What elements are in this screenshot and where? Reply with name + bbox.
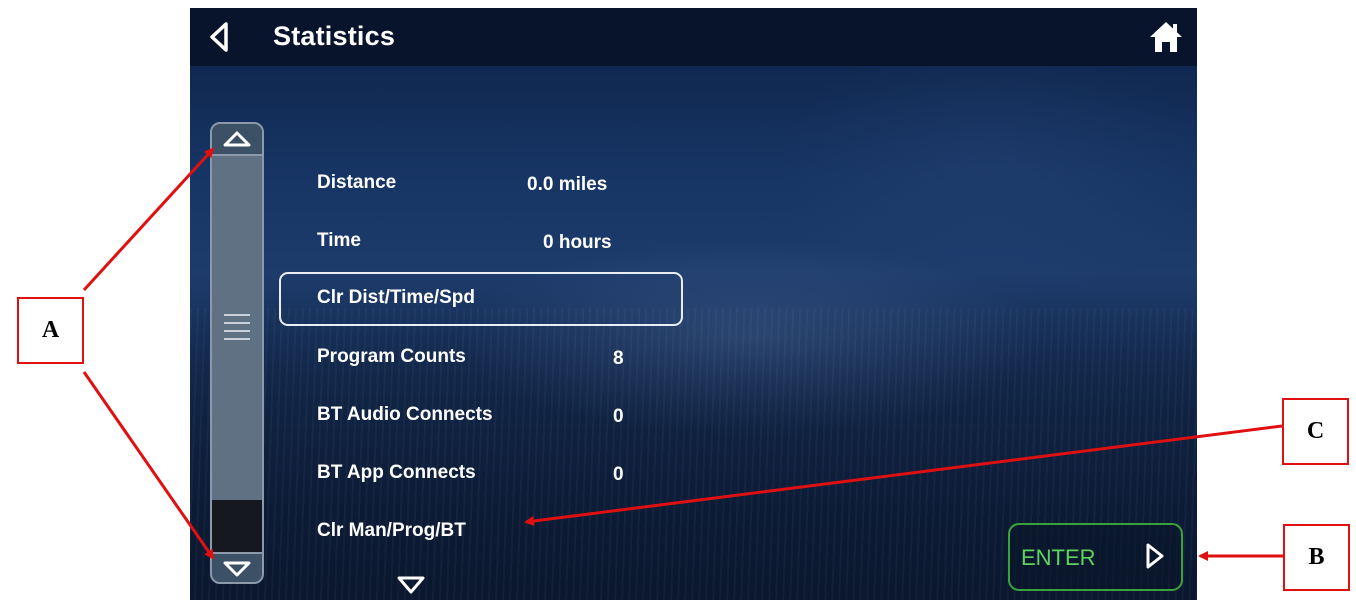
scroll-down-button[interactable]: [212, 552, 262, 582]
stat-label: Time: [317, 230, 362, 251]
stat-label: Clr Dist/Time/Spd: [317, 287, 476, 308]
stat-value: 0.0 miles: [527, 174, 608, 195]
top-bar: Statistics: [190, 8, 1197, 66]
enter-button[interactable]: ENTER: [1008, 523, 1183, 591]
stat-label: Program Counts: [317, 346, 466, 367]
enter-arrow-icon: [1146, 543, 1164, 569]
callout-b: B: [1283, 524, 1350, 591]
stat-value: 0: [613, 464, 624, 485]
scroll-up-icon: [223, 131, 251, 147]
stat-row-time[interactable]: Time 0 hours: [317, 230, 612, 253]
stat-row-clear-man-prog-bt[interactable]: Clr Man/Prog/BT: [317, 520, 466, 542]
enter-label: ENTER: [1021, 545, 1096, 570]
stat-value: 0 hours: [543, 232, 612, 253]
home-icon[interactable]: [1148, 20, 1184, 54]
more-down-icon[interactable]: [396, 574, 426, 596]
stat-value: 0: [613, 406, 624, 427]
scroll-track-end: [212, 500, 262, 556]
stat-row-program-counts[interactable]: Program Counts 8: [317, 346, 624, 369]
scrollbar[interactable]: [210, 122, 264, 584]
scroll-up-button[interactable]: [212, 124, 262, 156]
stat-row-bt-app[interactable]: BT App Connects 0: [317, 462, 624, 485]
stat-label: Clr Man/Prog/BT: [317, 520, 466, 541]
callout-a: A: [17, 297, 84, 364]
stat-row-bt-audio[interactable]: BT Audio Connects 0: [317, 404, 624, 427]
stat-row-clear-dist[interactable]: Clr Dist/Time/Spd: [317, 287, 475, 309]
scroll-down-icon: [223, 561, 251, 577]
stat-label: Distance: [317, 172, 397, 193]
stat-value: 8: [613, 348, 624, 369]
scroll-thumb[interactable]: [224, 314, 250, 344]
callout-c: C: [1282, 398, 1349, 465]
back-icon[interactable]: [204, 20, 234, 54]
stat-label: BT Audio Connects: [317, 404, 493, 425]
page-title: Statistics: [273, 21, 396, 51]
stat-label: BT App Connects: [317, 462, 476, 483]
stat-row-distance[interactable]: Distance 0.0 miles: [317, 172, 607, 195]
device-screen: Statistics Distance 0.0 miles Time 0 hou…: [190, 8, 1197, 600]
